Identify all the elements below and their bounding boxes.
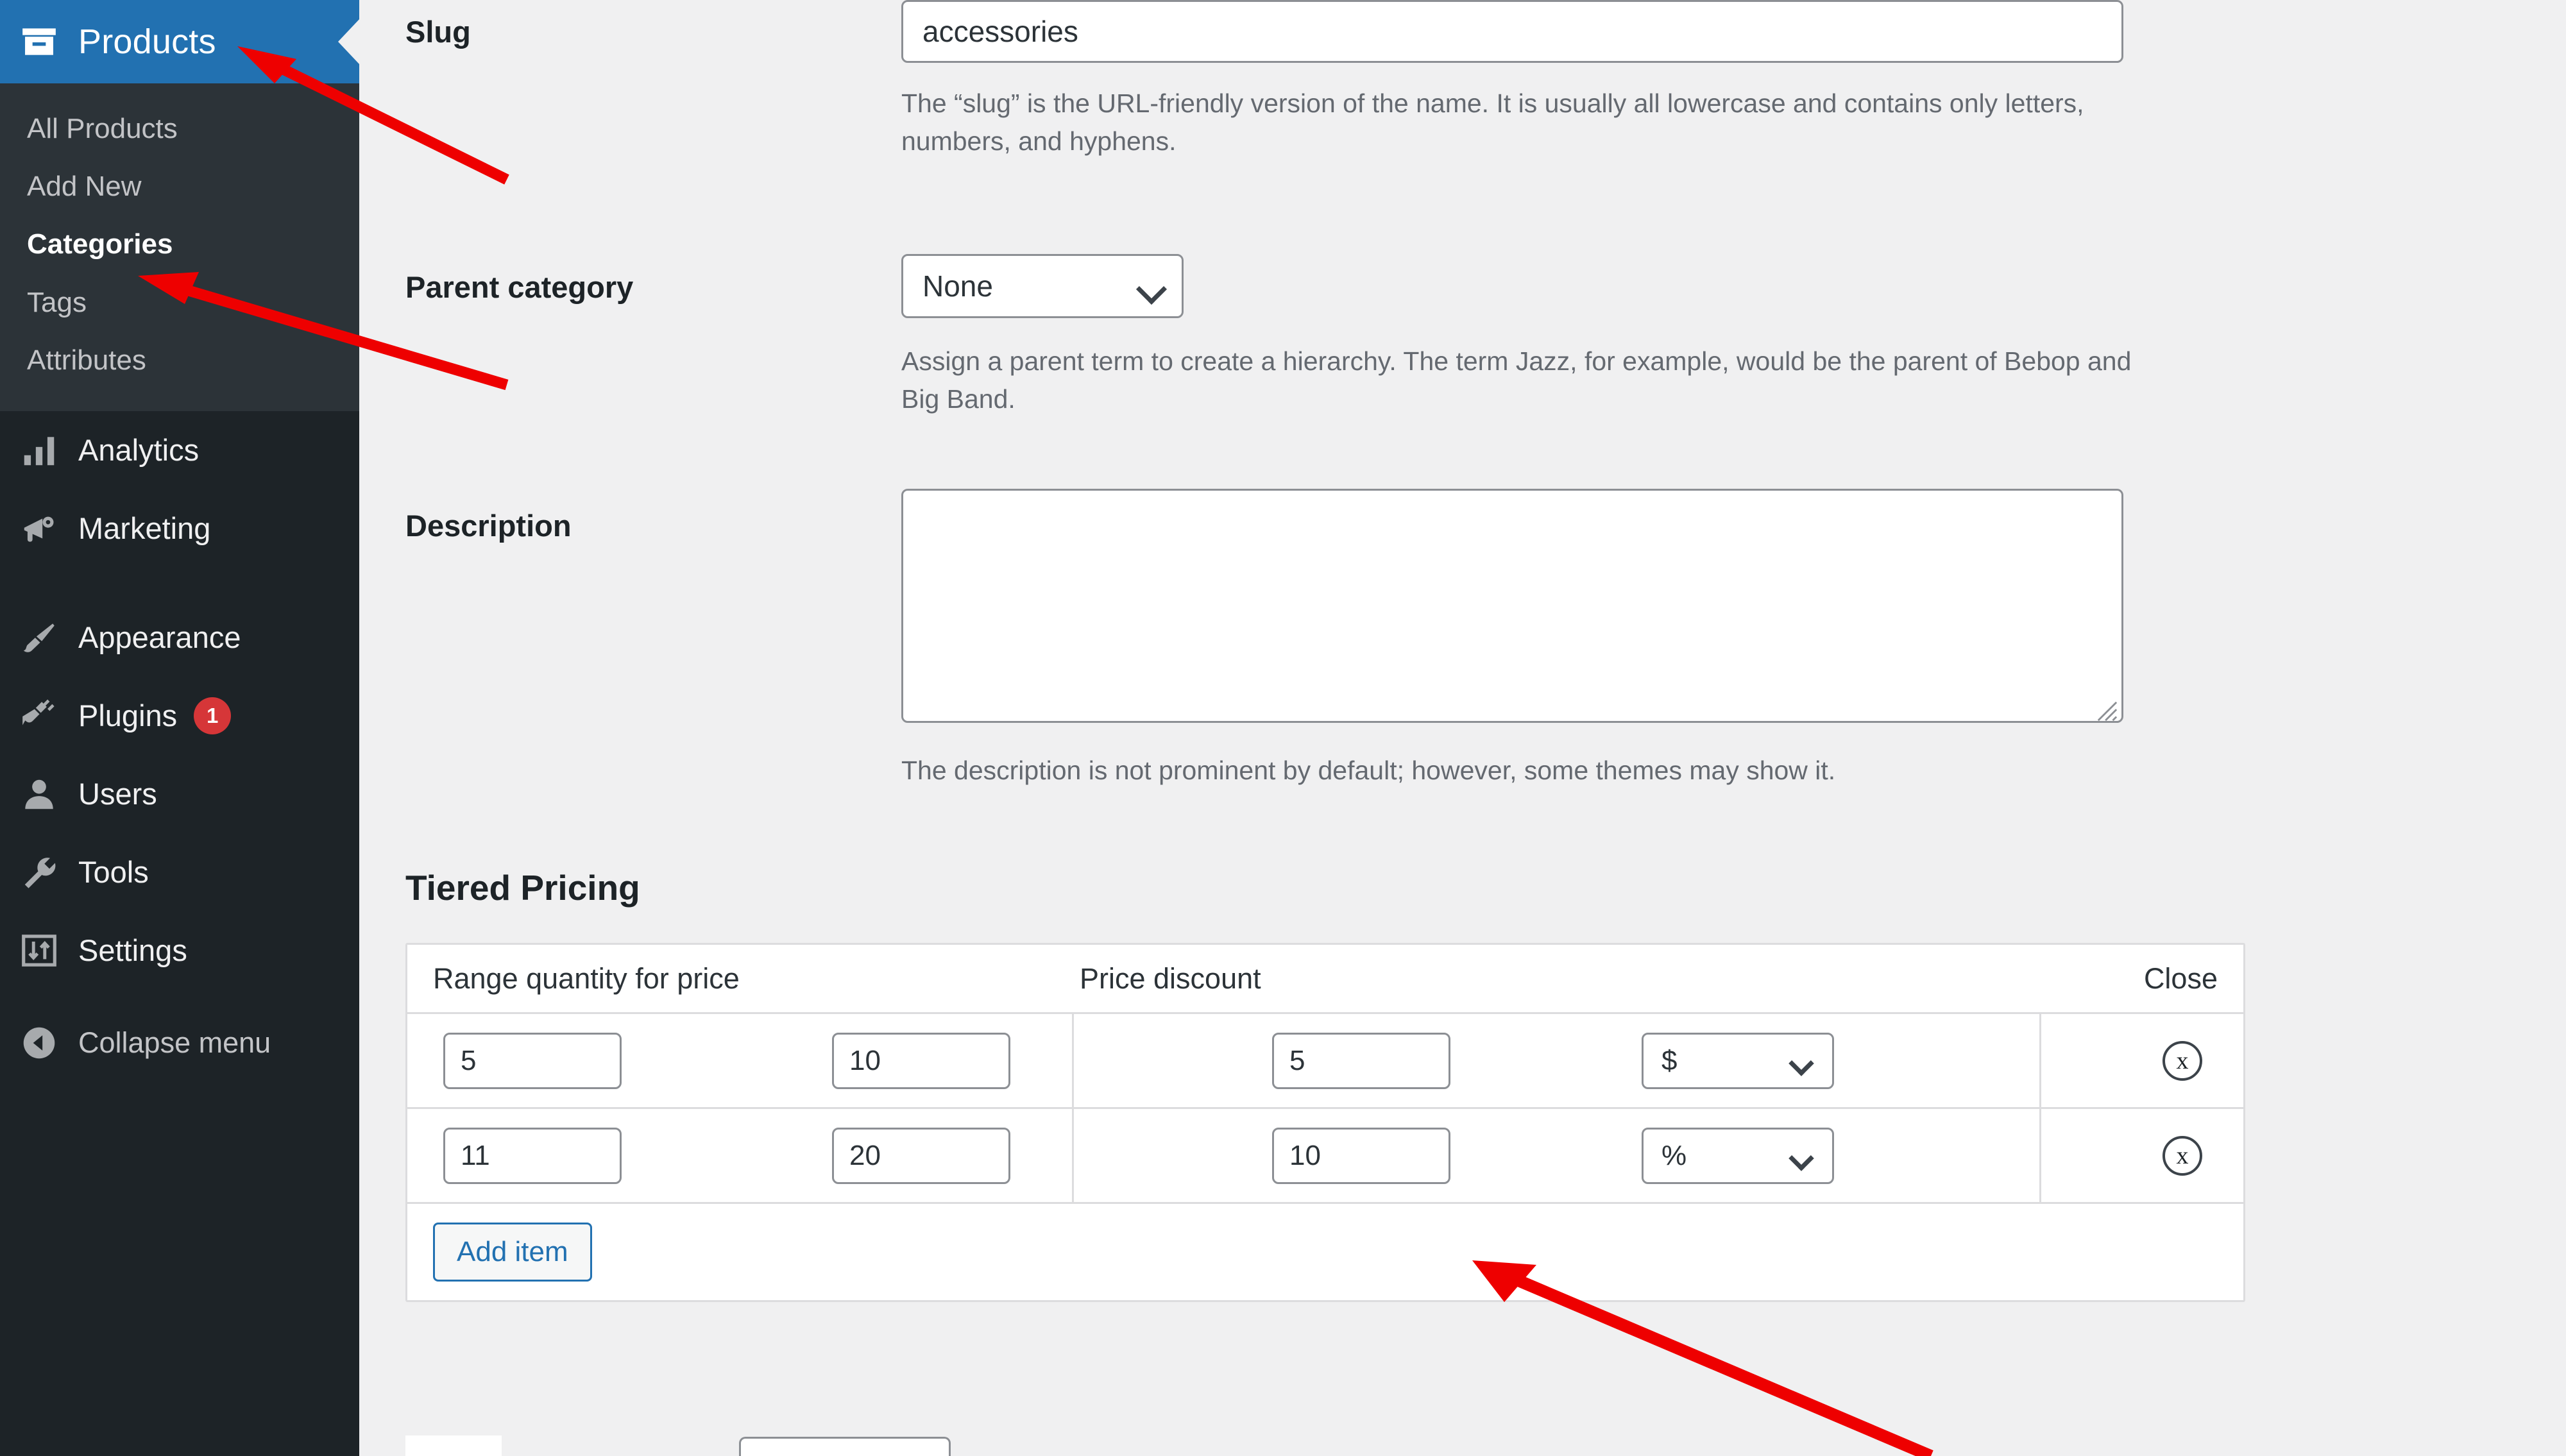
edit-category-form: Slug The “slug” is the URL-friendly vers… [359, 0, 2566, 1456]
tiered-pricing-header-row: Range quantity for price Price discount … [407, 945, 2243, 1014]
slug-label: Slug [405, 15, 471, 49]
row-2-discount-input[interactable] [1272, 1127, 1450, 1184]
sidebar-item-analytics[interactable]: Analytics [0, 411, 359, 489]
sidebar-item-categories[interactable]: Categories [0, 216, 359, 273]
add-item-button[interactable]: Add item [433, 1223, 592, 1282]
sidebar-item-attributes[interactable]: Attributes [0, 332, 359, 389]
slug-control: The “slug” is the URL-friendly version o… [901, 0, 2123, 160]
plugins-update-badge: 1 [194, 697, 232, 734]
slug-row: Slug The “slug” is the URL-friendly vers… [359, 0, 2566, 212]
chevron-down-icon [1789, 1050, 1814, 1076]
row-1-unit-select[interactable]: $ [1642, 1032, 1834, 1089]
sidebar-item-categories-label: Categories [27, 228, 173, 260]
plug-icon [19, 696, 59, 736]
cell-divider [2039, 1014, 2041, 1107]
circle-x-icon: x [2176, 1047, 2189, 1074]
row-1-unit-value: $ [1661, 1044, 1678, 1076]
tiered-pricing-footer: Add item [407, 1204, 2243, 1300]
megaphone-icon [19, 509, 59, 548]
user-icon [19, 774, 59, 814]
collapse-menu-button[interactable]: Collapse menu [0, 1004, 359, 1082]
sidebar-item-all-products-label: All Products [27, 113, 178, 144]
cell-divider [1072, 1109, 1074, 1202]
description-label: Description [405, 509, 572, 543]
sidebar-item-settings-label: Settings [78, 933, 187, 968]
column-header-discount: Price discount [1080, 961, 1261, 995]
collapse-menu-label: Collapse menu [78, 1026, 271, 1059]
table-row: % x [407, 1109, 2243, 1204]
sidebar-item-settings[interactable]: Settings [0, 911, 359, 990]
sidebar-item-products-label: Products [78, 22, 216, 61]
parent-category-row: Parent category None Assign a parent ter… [359, 242, 2566, 461]
slug-help-text: The “slug” is the URL-friendly version o… [901, 89, 2084, 157]
sidebar-item-tags[interactable]: Tags [0, 274, 359, 332]
row-2-unit-select[interactable]: % [1642, 1127, 1834, 1184]
row-1-range-min-input[interactable] [443, 1032, 622, 1089]
parent-category-help-text: Assign a parent term to create a hierarc… [901, 346, 2132, 414]
parent-category-select[interactable]: None [901, 254, 1184, 318]
sidebar-item-plugins[interactable]: Plugins 1 [0, 677, 359, 755]
sidebar-item-tools-label: Tools [78, 855, 149, 890]
row-2-range-min-input[interactable] [443, 1127, 622, 1184]
sidebar-item-appearance-label: Appearance [78, 620, 241, 655]
chevron-down-icon [1135, 273, 1168, 305]
sidebar-item-users[interactable]: Users [0, 755, 359, 833]
row-1-delete-button[interactable]: x [2162, 1040, 2202, 1081]
sidebar-item-appearance[interactable]: Appearance [0, 598, 359, 677]
column-header-range: Range quantity for price [433, 961, 740, 995]
sidebar-item-products[interactable]: Products [0, 0, 360, 83]
description-control: The description is not prominent by defa… [901, 489, 2123, 790]
active-menu-notch [338, 19, 360, 65]
tiered-pricing-title: Tiered Pricing [405, 868, 640, 908]
column-header-close: Close [2143, 961, 2218, 995]
bottom-partial-input [739, 1437, 951, 1456]
row-1-range-max-input[interactable] [832, 1032, 1010, 1089]
sidebar-item-tools[interactable]: Tools [0, 833, 359, 911]
collapse-arrow-icon [19, 1023, 59, 1063]
tiered-pricing-panel: Range quantity for price Price discount … [405, 943, 2245, 1302]
description-row: Description The description is not promi… [359, 475, 2566, 785]
sidebar-item-plugins-label: Plugins [78, 698, 178, 733]
menu-separator [0, 568, 359, 598]
slug-input[interactable] [901, 0, 2123, 63]
admin-screen: Products All Products Add New Categories… [0, 0, 2566, 1456]
sidebar-item-all-products[interactable]: All Products [0, 100, 359, 158]
table-row: $ x [407, 1014, 2243, 1109]
description-help-text: The description is not prominent by defa… [901, 756, 1836, 785]
parent-category-control: None Assign a parent term to create a hi… [901, 254, 2146, 418]
cell-divider [2039, 1109, 2041, 1202]
wrench-icon [19, 852, 59, 892]
parent-category-selected-value: None [922, 269, 993, 303]
circle-x-icon: x [2176, 1142, 2189, 1169]
cell-divider [1072, 1014, 1074, 1107]
sidebar-main-menu: Analytics Marketing Appearance Plugins 1… [0, 411, 359, 1082]
sidebar-item-marketing[interactable]: Marketing [0, 489, 359, 568]
row-2-unit-value: % [1661, 1139, 1687, 1171]
sidebar-item-marketing-label: Marketing [78, 511, 211, 546]
admin-sidebar: Products All Products Add New Categories… [0, 0, 360, 1456]
row-1-discount-input[interactable] [1272, 1032, 1450, 1089]
chevron-down-icon [1789, 1145, 1814, 1171]
sidebar-item-attributes-label: Attributes [27, 344, 146, 376]
row-2-delete-button[interactable]: x [2162, 1135, 2202, 1176]
row-2-range-max-input[interactable] [832, 1127, 1010, 1184]
bar-chart-icon [19, 430, 59, 470]
description-textarea[interactable] [901, 489, 2123, 723]
parent-category-label: Parent category [405, 270, 634, 304]
sidebar-item-users-label: Users [78, 777, 157, 811]
sidebar-item-analytics-label: Analytics [78, 433, 200, 468]
sidebar-item-tags-label: Tags [27, 286, 87, 318]
sidebar-item-add-new-label: Add New [27, 171, 142, 203]
products-box-icon [19, 22, 59, 62]
sidebar-item-add-new[interactable]: Add New [0, 158, 359, 216]
products-submenu: All Products Add New Categories Tags Att… [0, 83, 359, 411]
paintbrush-icon [19, 618, 59, 657]
bottom-partial-block [405, 1435, 502, 1456]
settings-sliders-icon [19, 931, 59, 970]
